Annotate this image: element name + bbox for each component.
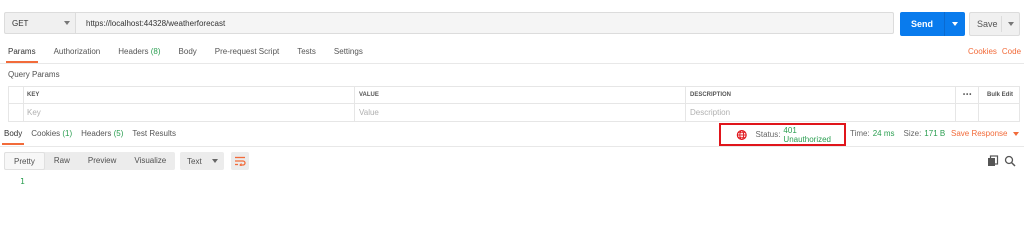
save-options-chevron-icon[interactable] (1008, 22, 1014, 26)
save-response-label: Save Response (951, 129, 1008, 138)
tab-count: (8) (150, 47, 161, 56)
chevron-down-icon (212, 159, 218, 163)
chevron-down-icon (64, 21, 70, 25)
tab-authorization[interactable]: Authorization (54, 44, 101, 60)
save-response-button[interactable]: Save Response (951, 126, 1020, 142)
tab-response-body[interactable]: Body (1, 126, 25, 145)
chevron-down-icon (1013, 132, 1020, 136)
line-number: 1 (20, 177, 25, 186)
value-input[interactable]: Value (353, 104, 678, 121)
tab-label: Test Results (132, 129, 176, 138)
cookies-link[interactable]: Cookies (968, 44, 997, 60)
table-row: Key Value Description (9, 104, 1019, 121)
format-select[interactable]: Text (180, 152, 224, 170)
url-input[interactable]: https://localhost:44328/weatherforecast (75, 12, 894, 34)
save-button[interactable]: Save (969, 12, 1020, 36)
query-params-title: Query Params (8, 70, 60, 79)
tab-headers[interactable]: Headers (8) (118, 44, 160, 60)
tab-label: Pre-request Script (214, 47, 280, 56)
send-button[interactable]: Send (900, 12, 965, 36)
format-value: Text (187, 156, 202, 166)
tab-count: (5) (113, 129, 124, 138)
tab-label: Headers (81, 129, 112, 138)
value-header: VALUE (359, 92, 379, 98)
size-value[interactable]: 171 B (924, 126, 945, 142)
preview-button[interactable]: Preview (79, 152, 125, 170)
pretty-button[interactable]: Pretty (4, 152, 45, 170)
copy-icon[interactable] (987, 155, 999, 167)
tab-body[interactable]: Body (179, 44, 197, 60)
column-divider (955, 87, 956, 121)
status-highlight: Status: 401 Unauthorized (719, 123, 846, 146)
wrap-lines-icon (235, 156, 246, 166)
tab-settings[interactable]: Settings (334, 44, 363, 60)
url-value: https://localhost:44328/weatherforecast (86, 18, 226, 28)
column-divider (23, 87, 24, 121)
save-divider (1001, 16, 1002, 32)
method-select[interactable]: GET (4, 12, 75, 34)
column-divider (354, 87, 355, 121)
tab-pre-request-script[interactable]: Pre-request Script (215, 44, 279, 60)
globe-icon (736, 129, 747, 140)
tab-tests[interactable]: Tests (297, 44, 316, 60)
tab-response-cookies[interactable]: Cookies (1) (31, 126, 72, 142)
tab-label: Tests (297, 47, 316, 56)
tab-label: Body (178, 47, 197, 56)
params-table: KEY VALUE DESCRIPTION ••• Bulk Edit Key … (8, 86, 1020, 122)
table-header-row: KEY VALUE DESCRIPTION ••• Bulk Edit (9, 87, 1019, 104)
tab-label: Cookies (31, 129, 61, 138)
more-options-icon[interactable]: ••• (957, 87, 972, 104)
tab-test-results[interactable]: Test Results (132, 126, 176, 142)
status-value[interactable]: 401 Unauthorized (783, 126, 844, 144)
raw-button[interactable]: Raw (45, 152, 79, 170)
tab-label: Body (4, 129, 23, 138)
wrap-lines-button[interactable] (231, 152, 249, 170)
send-options-chevron-icon[interactable] (952, 22, 958, 26)
description-header: DESCRIPTION (690, 92, 732, 98)
column-divider (685, 87, 686, 121)
tab-label: Authorization (53, 47, 101, 56)
key-input[interactable]: Key (21, 104, 346, 121)
tab-label: Params (8, 47, 36, 56)
code-link[interactable]: Code (1002, 44, 1021, 60)
tab-count: (1) (62, 129, 73, 138)
divider (0, 146, 1024, 147)
view-mode-group: Pretty Raw Preview Visualize (4, 152, 176, 170)
tab-params[interactable]: Params (6, 44, 38, 63)
request-links: Cookies Code (968, 44, 1024, 60)
tab-label: Headers (118, 47, 149, 56)
tab-response-headers[interactable]: Headers (5) (81, 126, 123, 142)
status-label: Status: (755, 130, 781, 139)
size-label: Size: (903, 129, 922, 138)
method-value: GET (12, 18, 29, 28)
bulk-edit-link[interactable]: Bulk Edit (981, 87, 1013, 104)
time-value[interactable]: 24 ms (873, 126, 895, 142)
send-divider (944, 12, 945, 36)
divider (0, 63, 1024, 64)
tab-label: Settings (333, 47, 363, 56)
send-label: Send (911, 19, 934, 29)
time-label: Time: (850, 129, 870, 138)
description-input[interactable]: Description (684, 104, 954, 121)
visualize-button[interactable]: Visualize (125, 152, 175, 170)
column-divider (978, 87, 979, 121)
search-icon[interactable] (1004, 155, 1016, 167)
response-stats: Time: 24 ms Size: 171 B (850, 126, 954, 142)
request-tabs: Params Authorization Headers (8) Body Pr… (0, 44, 373, 63)
response-tabs: Body Cookies (1) Headers (5) Test Result… (0, 126, 181, 145)
save-label: Save (977, 19, 998, 29)
